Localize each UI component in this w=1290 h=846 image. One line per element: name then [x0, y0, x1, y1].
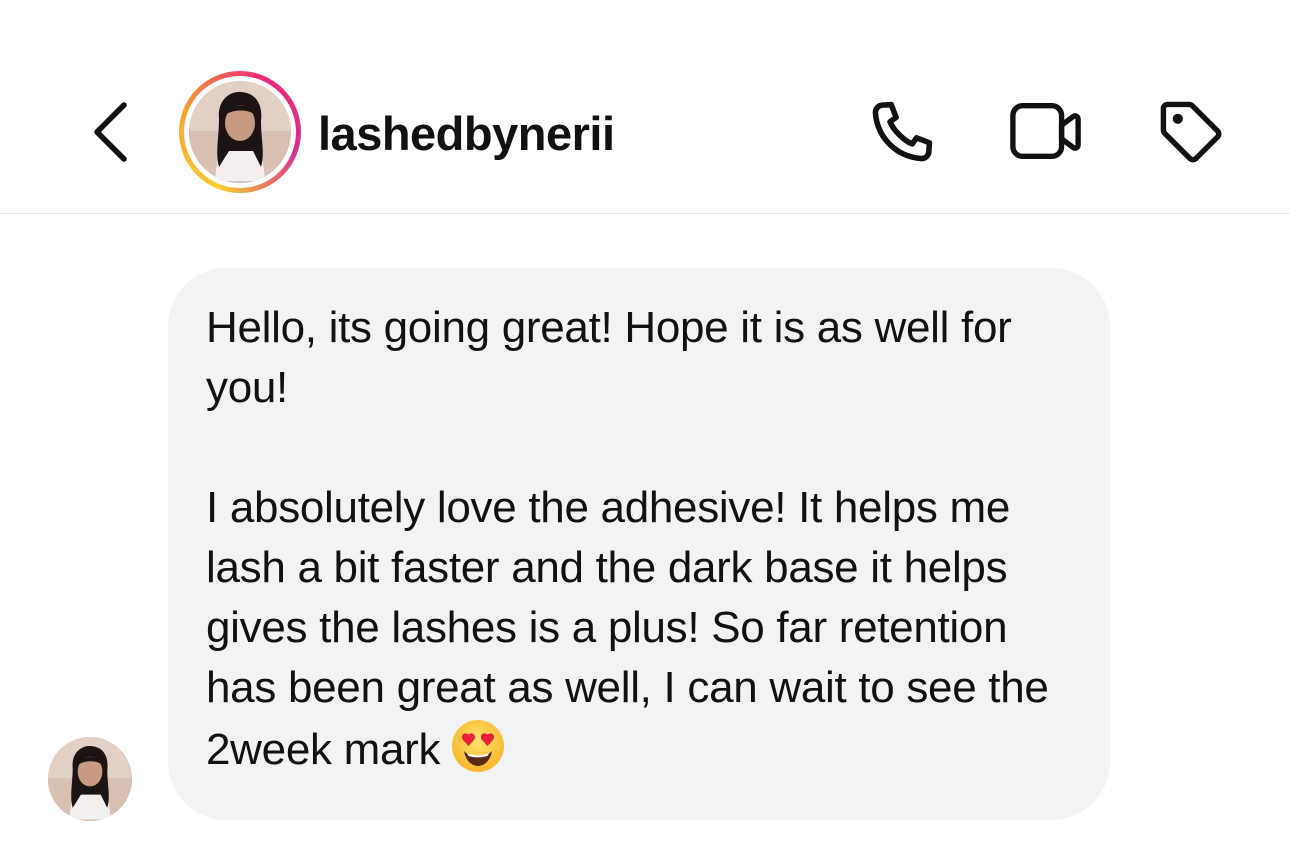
message-bubble[interactable]: Hello, its going great! Hope it is as we… — [168, 268, 1110, 820]
heart-eyes-emoji-icon — [450, 718, 506, 790]
profile-avatar-story-ring[interactable] — [179, 71, 301, 193]
tag-icon — [1160, 101, 1222, 163]
sender-avatar[interactable] — [48, 737, 132, 821]
chat-header: lashedbynerii — [0, 0, 1290, 214]
phone-icon — [872, 101, 933, 162]
avatar — [189, 81, 291, 183]
video-call-button[interactable] — [1009, 96, 1083, 168]
video-camera-icon — [1010, 103, 1081, 160]
message-paragraph: I absolutely love the adhesive! It helps… — [206, 478, 1070, 790]
chat-username[interactable]: lashedbynerii — [318, 106, 615, 162]
message-paragraph: Hello, its going great! Hope it is as we… — [206, 303, 1012, 412]
voice-call-button[interactable] — [865, 96, 939, 168]
message-text: I absolutely love the adhesive! It helps… — [206, 483, 1049, 774]
back-button[interactable] — [78, 96, 142, 168]
tag-button[interactable] — [1154, 96, 1228, 168]
chevron-left-icon — [94, 102, 127, 162]
